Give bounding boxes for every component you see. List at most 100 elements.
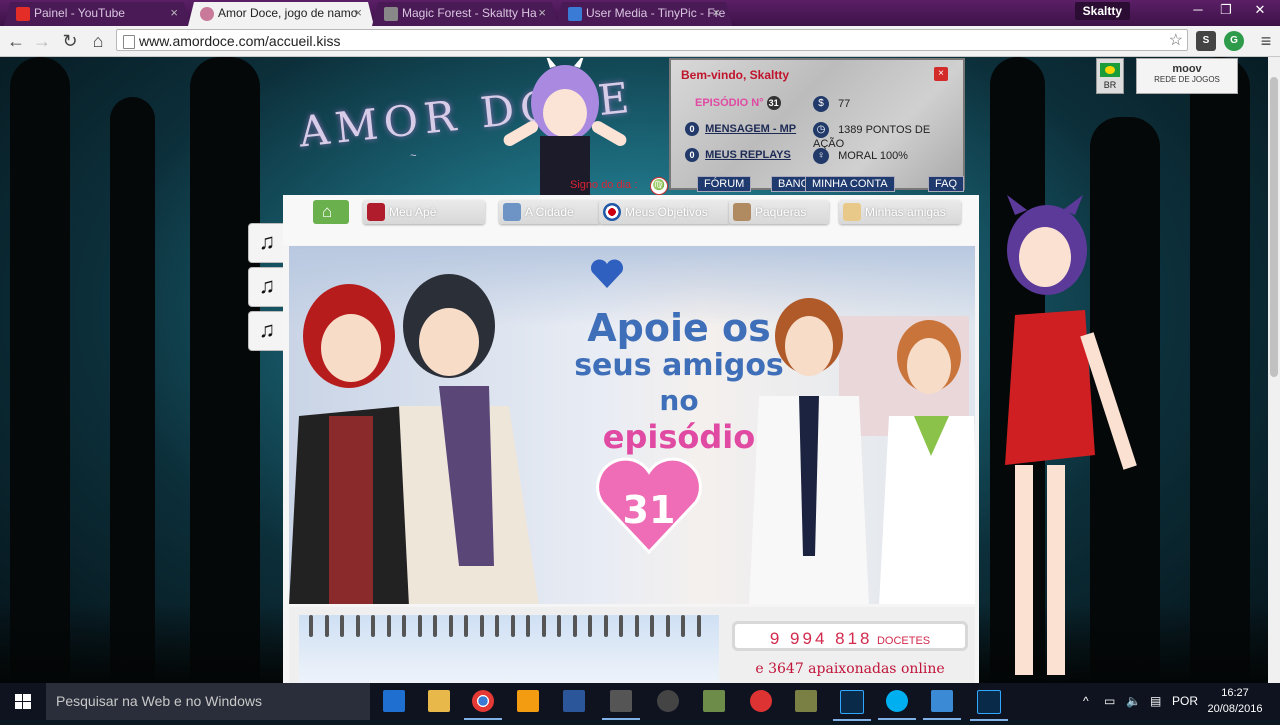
notification-icon[interactable]: ▤ — [1150, 683, 1161, 720]
tab-label: User Media - TinyPic - Fre — [586, 6, 726, 20]
chevron-up-icon[interactable]: ^ — [1083, 683, 1089, 720]
language-indicator[interactable]: POR — [1172, 683, 1198, 720]
recorder-icon[interactable] — [657, 690, 679, 712]
account-button[interactable]: MINHA CONTA — [805, 176, 895, 192]
close-icon[interactable]: × — [170, 2, 178, 24]
clock-date: 20/08/2016 — [1207, 703, 1263, 715]
video-editor-icon[interactable] — [602, 690, 640, 720]
city-icon — [503, 203, 521, 221]
tab-youtube[interactable]: Painel - YouTube × — [4, 2, 190, 26]
home-button[interactable]: ⌂ — [313, 200, 349, 224]
episode-heart-number: 31 — [622, 488, 676, 532]
spiral-ring — [681, 615, 685, 637]
skaltty-extension-icon[interactable]: S — [1196, 31, 1216, 51]
volume-icon[interactable]: 🔈 — [1126, 683, 1141, 720]
bottom-section: 9 994 818 DOCETES e 3647 apaixonadas onl… — [289, 607, 975, 683]
grammarly-extension-icon[interactable]: G — [1224, 31, 1244, 51]
spiral-ring — [479, 615, 484, 637]
photoshop-icon[interactable] — [970, 690, 1008, 721]
forum-button[interactable]: FÓRUM — [697, 176, 752, 192]
nav-a-cidade[interactable]: A Cidade — [499, 200, 601, 224]
windows-start-button[interactable] — [0, 683, 46, 720]
spiral-ring — [448, 615, 453, 637]
banner-title-line2: seus amigos — [574, 348, 784, 383]
messages-count: 0 — [685, 122, 699, 136]
address-bar[interactable]: www.amordoce.com/accueil.kiss ☆ — [116, 29, 1188, 51]
word-icon[interactable] — [563, 690, 585, 712]
faq-button[interactable]: FAQ — [928, 176, 965, 192]
house-icon: ⌂ — [322, 202, 333, 221]
taskbar-search[interactable]: Pesquisar na Web e no Windows — [46, 683, 370, 720]
main-content: ⌂ Meu Apê A Cidade Meus Objetivos Paquer… — [283, 195, 979, 683]
nav-meu-ape[interactable]: Meu Apê — [363, 200, 485, 224]
home-icon[interactable]: ⌂ — [86, 29, 110, 53]
chrome-icon[interactable] — [464, 690, 502, 720]
minimize-icon[interactable]: ─ — [1184, 0, 1212, 22]
close-icon[interactable]: × — [538, 2, 546, 24]
browser-tab-bar: Painel - YouTube × Amor Doce, jogo de na… — [0, 0, 1280, 26]
spiral-ring — [557, 615, 561, 637]
close-icon[interactable]: × — [354, 2, 362, 24]
file-explorer-icon[interactable] — [428, 690, 450, 712]
taskbar-clock[interactable]: 16:27 20/08/2016 — [1202, 685, 1268, 717]
close-icon[interactable]: × — [712, 2, 720, 24]
episode-row[interactable]: EPISÓDIO N° 31 — [695, 96, 784, 110]
close-window-icon[interactable]: ✕ — [1240, 0, 1280, 22]
spiral-ring — [433, 615, 437, 637]
episode-banner[interactable]: Apoie os seus amigos no episódio 31 — [289, 246, 975, 604]
replays-row[interactable]: 0 MEUS REPLAYS — [685, 148, 791, 162]
page-icon — [123, 35, 135, 49]
music-note-icon[interactable]: ♫ — [248, 267, 286, 307]
window-app-icon[interactable] — [923, 690, 961, 720]
network-icon[interactable]: ▭ — [1104, 683, 1115, 720]
flame-icon[interactable] — [750, 690, 772, 712]
tree-silhouette — [1190, 57, 1250, 683]
tab-tinypic[interactable]: User Media - TinyPic - Fre × — [556, 2, 732, 26]
page-scrollbar[interactable] — [1268, 57, 1280, 683]
tab-skaltty[interactable]: Magic Forest - Skaltty Ha × — [372, 2, 558, 26]
tree-silhouette — [190, 57, 260, 683]
online-count: e 3647 apaixonadas online — [755, 661, 945, 677]
spiral-ring — [588, 615, 592, 637]
profile-button[interactable]: Skaltty — [1074, 2, 1130, 20]
photoshop-icon[interactable] — [833, 690, 871, 721]
spiral-ring — [371, 615, 375, 637]
music-note-icon[interactable]: ♫ — [248, 223, 286, 263]
skype-icon[interactable] — [878, 690, 916, 720]
messages-link[interactable]: MENSAGEM - MP — [705, 123, 796, 135]
spiral-ring — [417, 615, 422, 637]
tab-amordoce[interactable]: Amor Doce, jogo de namo × — [188, 2, 374, 26]
language-selector[interactable]: BR — [1096, 58, 1124, 94]
notebook-illustration — [299, 615, 719, 683]
replays-count: 0 — [685, 148, 699, 162]
players-counter: 9 994 818 DOCETES — [732, 621, 968, 651]
nav-minhas-amigas[interactable]: Minhas amigas — [839, 200, 961, 224]
edge-icon[interactable] — [383, 690, 405, 712]
nav-label: Meu Apê — [389, 205, 437, 219]
back-icon[interactable]: ← — [4, 29, 28, 53]
nav-meus-objetivos[interactable]: Meus Objetivos — [599, 200, 731, 224]
scrollbar-thumb[interactable] — [1270, 77, 1278, 377]
spiral-ring — [355, 615, 360, 637]
network-logo[interactable]: moov REDE DE JOGOS — [1136, 58, 1238, 94]
dollar-icon: $ — [813, 96, 829, 112]
messages-row[interactable]: 0 MENSAGEM - MP — [685, 122, 796, 136]
zodiac-icon[interactable]: ♍ — [650, 177, 668, 195]
forward-icon[interactable]: → — [30, 29, 54, 53]
network-subtitle: REDE DE JOGOS — [1154, 75, 1220, 84]
star-icon[interactable]: ☆ — [1169, 30, 1183, 52]
restore-icon[interactable]: ❐ — [1212, 0, 1240, 22]
windows-taskbar: Pesquisar na Web e no Windows ^ ▭ 🔈 ▤ PO… — [0, 683, 1280, 721]
reload-icon[interactable]: ↻ — [58, 29, 82, 53]
nav-paqueras[interactable]: Paqueras — [729, 200, 829, 224]
replays-link[interactable]: MEUS REPLAYS — [705, 149, 791, 161]
app-icon[interactable] — [795, 690, 817, 712]
money-value: 77 — [838, 97, 851, 110]
music-note-icon[interactable]: ♫ — [248, 311, 286, 351]
menu-icon[interactable]: ≡ — [1254, 29, 1278, 53]
media-player-icon[interactable] — [517, 690, 539, 712]
game-icon[interactable] — [703, 690, 725, 712]
blue-heart-icon — [589, 258, 625, 290]
target-icon — [603, 203, 621, 221]
close-icon[interactable]: × — [934, 67, 948, 81]
